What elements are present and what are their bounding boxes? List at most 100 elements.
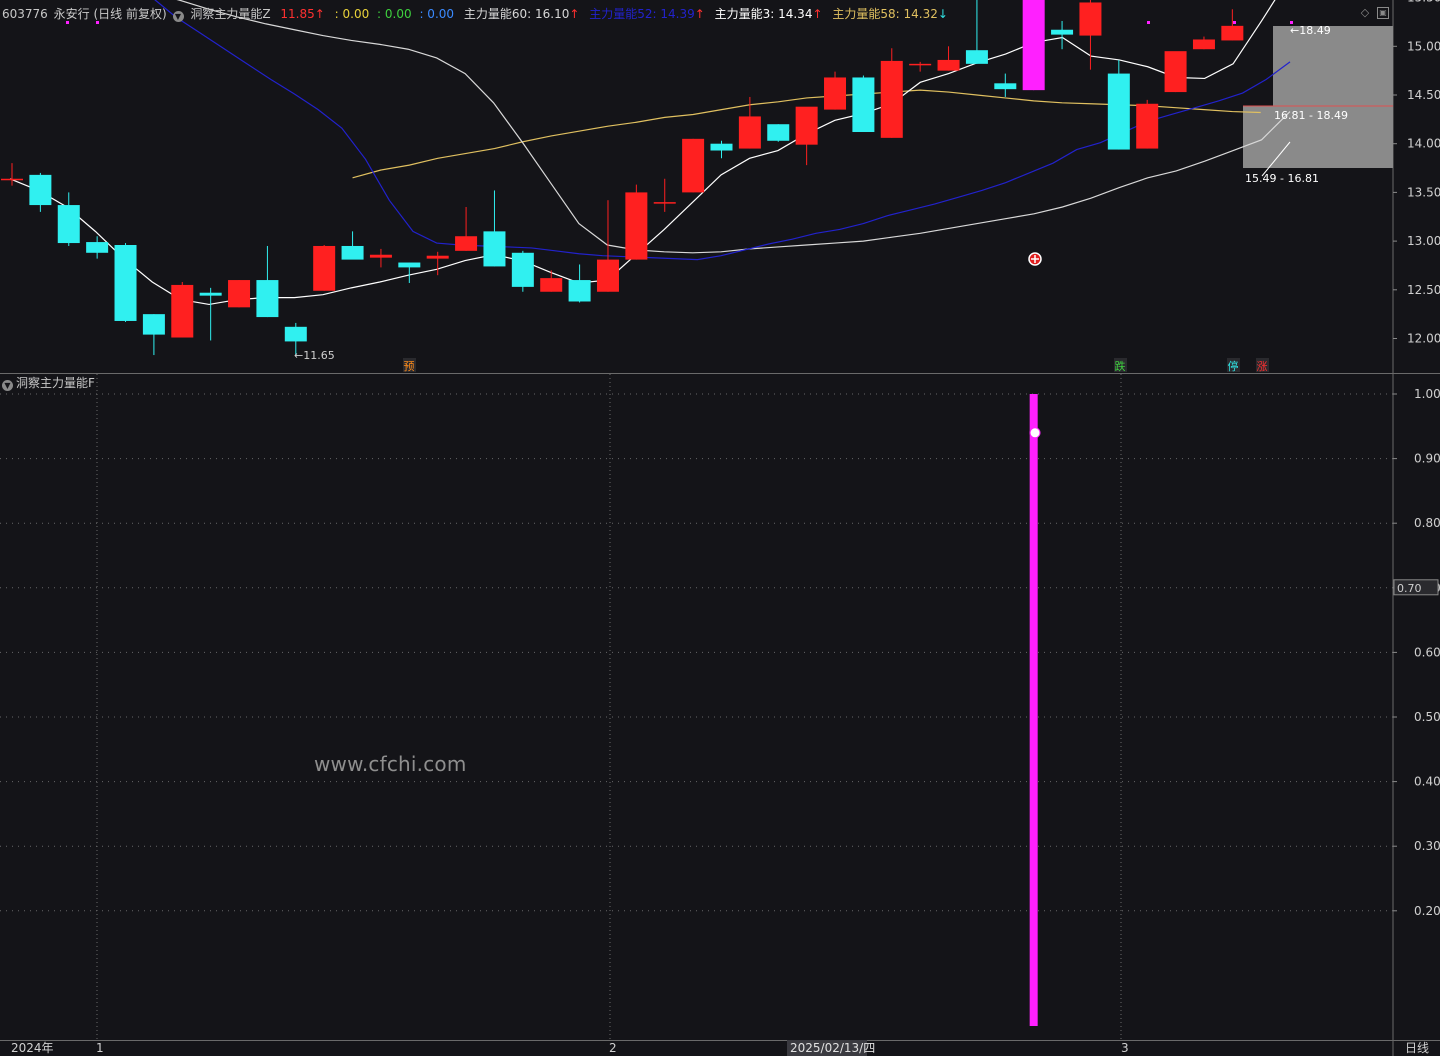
candle-body[interactable] <box>114 244 137 321</box>
candle-body[interactable] <box>1136 103 1159 149</box>
candle-body[interactable] <box>710 143 733 151</box>
chevron-down-icon[interactable]: ▼ <box>0 376 16 391</box>
y-tick-label: 12.50 <box>1407 283 1440 297</box>
candle-body[interactable] <box>937 59 960 71</box>
candle-body[interactable] <box>57 205 80 244</box>
ma60-text: 主力量能60: 16.10 <box>463 7 570 21</box>
energy-marker <box>1029 427 1041 439</box>
signal-label: 停 <box>1228 359 1239 373</box>
stock-name[interactable]: 永安行 <box>52 4 90 24</box>
sub-y-tick-label: 0.20 <box>1414 904 1440 918</box>
candle-body[interactable] <box>341 245 364 260</box>
year-label: 2024年 <box>11 1041 54 1055</box>
candle-body[interactable] <box>767 124 790 141</box>
candle-body[interactable] <box>540 278 563 292</box>
high-price-label: ←18.49 <box>1290 24 1331 37</box>
candle-body[interactable] <box>568 280 591 302</box>
period-mode[interactable]: (日线 前复权) <box>93 4 166 24</box>
ma52-line <box>154 0 1291 261</box>
ma58-label: 主力量能58: 14.32↓ <box>832 4 948 24</box>
candle-body[interactable] <box>29 174 52 206</box>
sub-y-tick-label: 0.90 <box>1414 452 1440 466</box>
collapse-icon[interactable]: ▼ <box>171 4 187 24</box>
candle-body[interactable] <box>824 77 847 110</box>
candle-body[interactable] <box>256 280 279 318</box>
month-label-2: 2 <box>609 1041 617 1055</box>
sub-y-tick-label: 0.50 <box>1414 710 1440 724</box>
sub-y-tick-label: 0.80 <box>1414 516 1440 530</box>
candle-body[interactable] <box>284 326 307 342</box>
month-label-1: 1 <box>96 1041 104 1055</box>
candle-body[interactable] <box>1164 51 1187 93</box>
sub-indicator-name[interactable]: 洞察主力量能F <box>16 376 95 390</box>
candle-body[interactable] <box>965 50 988 64</box>
ma52-text: 主力量能52: 14.39 <box>589 7 695 21</box>
blank-value-3: : 0.00 <box>419 7 455 21</box>
low-price-label: ←11.65 <box>294 349 335 362</box>
current-value-label: 0.70 <box>1397 582 1422 595</box>
month-label-3: 3 <box>1121 1041 1129 1055</box>
candle-body[interactable] <box>625 192 648 260</box>
candle-body[interactable] <box>1221 25 1244 41</box>
candle-body[interactable] <box>994 83 1017 90</box>
ma58-text: 主力量能58: 14.32 <box>832 7 938 21</box>
candle-body[interactable] <box>313 245 336 291</box>
ma3-arrow: ↑ <box>812 7 823 21</box>
candle-body[interactable] <box>455 236 478 251</box>
candle-body[interactable] <box>199 292 222 296</box>
candle-body[interactable] <box>795 106 818 145</box>
energy-bar[interactable] <box>1029 394 1038 1026</box>
blank-value-2: : 0.00 <box>377 7 412 21</box>
candle-body[interactable] <box>682 138 705 193</box>
watermark: www.cfchi.com <box>314 752 467 776</box>
cursor-date-label: 2025/02/13/四 <box>790 1041 875 1055</box>
candle-body[interactable] <box>1192 39 1215 50</box>
stock-code[interactable]: 603776 <box>0 4 48 24</box>
range-upper-label: 16.81 - 18.49 <box>1274 109 1348 122</box>
up-arrow-icon: ↑ <box>314 7 325 21</box>
diamond-icon[interactable]: ◇ <box>1359 7 1371 19</box>
stock-chart-window: 18.0017.5017.0016.5016.0015.5015.0014.50… <box>0 0 1440 1056</box>
candle-body[interactable] <box>171 284 194 338</box>
candle-body[interactable] <box>369 254 392 258</box>
candle-body[interactable] <box>426 255 449 259</box>
candle-body[interactable] <box>142 314 165 335</box>
sub-y-tick-label: 0.40 <box>1414 775 1440 789</box>
ma58-arrow: ↓ <box>937 7 948 21</box>
candle-body[interactable] <box>880 60 903 138</box>
y-tick-label: 14.00 <box>1407 137 1440 151</box>
ma3-label: 主力量能3: 14.34↑ <box>715 4 823 24</box>
candle-body[interactable] <box>86 242 109 253</box>
candle-body[interactable] <box>852 77 875 133</box>
sub-chart-title: ▼ 洞察主力量能F <box>0 374 95 392</box>
sub-y-tick-label: 0.60 <box>1414 645 1440 659</box>
y-tick-label: 15.50 <box>1407 0 1440 5</box>
candle-body[interactable] <box>483 231 506 267</box>
y-tick-label: 12.00 <box>1407 332 1440 346</box>
candle-body[interactable] <box>596 259 619 292</box>
y-tick-label: 13.00 <box>1407 234 1440 248</box>
ma52-label: 主力量能52: 14.39↑ <box>589 4 705 24</box>
indicator-z-name[interactable]: 洞察主力量能Z <box>190 4 270 24</box>
sub-y-tick-label: 0.30 <box>1414 839 1440 853</box>
signal-label: 跌 <box>1115 359 1126 373</box>
ma3-line <box>9 0 1276 306</box>
blank-value-1: : 0.00 <box>334 7 370 21</box>
ma60-arrow: ↑ <box>569 7 580 21</box>
candle-body[interactable] <box>653 202 676 204</box>
candle-body[interactable] <box>1107 73 1130 150</box>
window-icon[interactable]: ▣ <box>1377 7 1389 19</box>
sub-y-tick-label: 1.00 <box>1414 387 1440 401</box>
chart-canvas[interactable]: 18.0017.5017.0016.5016.0015.5015.0014.50… <box>0 0 1440 1056</box>
candle-body[interactable] <box>228 280 251 308</box>
ma3-text: 主力量能3: 14.34 <box>714 7 813 21</box>
candle-body[interactable] <box>738 116 761 149</box>
y-tick-label: 13.50 <box>1407 185 1440 199</box>
candle-body[interactable] <box>398 262 421 268</box>
candle-body[interactable] <box>1051 29 1074 35</box>
candle-body[interactable] <box>1 178 23 181</box>
candle-body[interactable] <box>511 252 534 287</box>
y-tick-label: 14.50 <box>1407 88 1440 102</box>
candle-body[interactable] <box>909 63 932 66</box>
ma60-label: 主力量能60: 16.10↑ <box>464 4 580 24</box>
